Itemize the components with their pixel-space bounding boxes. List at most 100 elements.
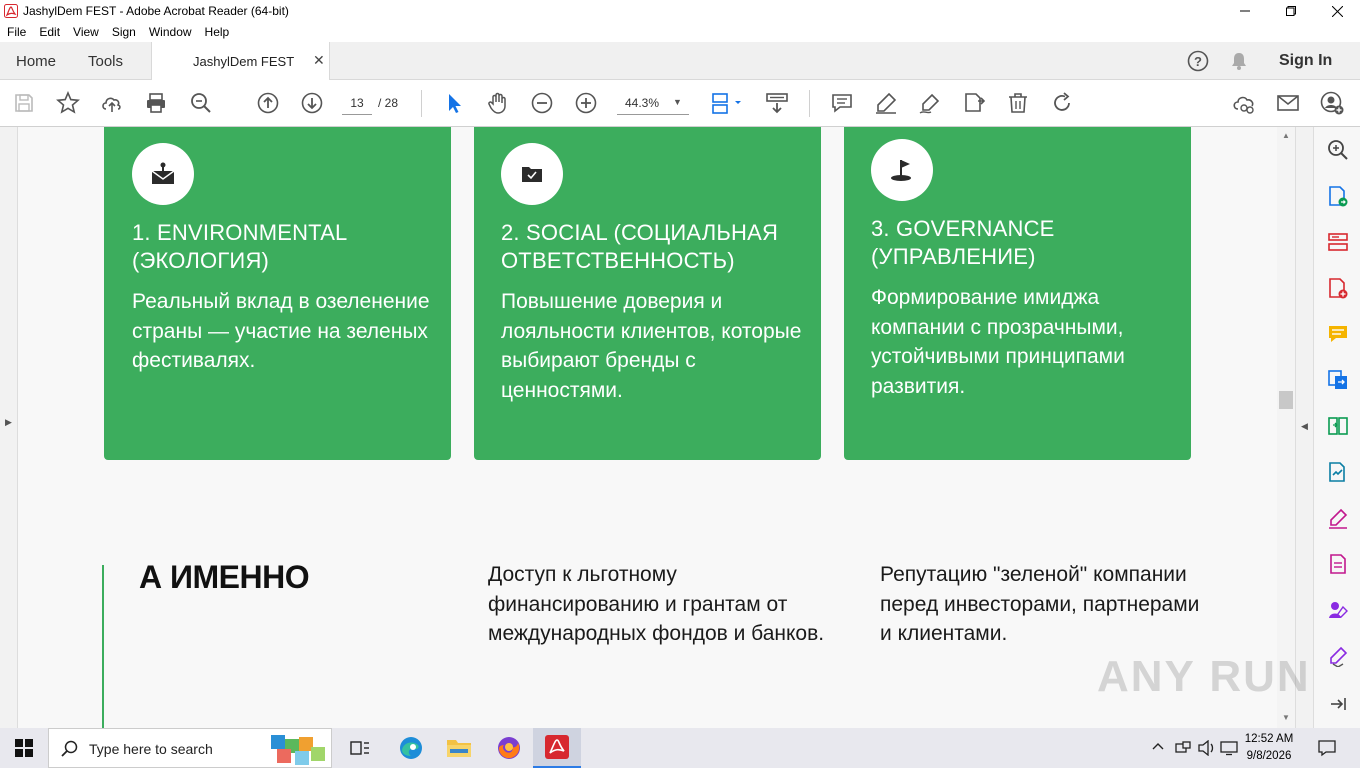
more-tools-icon[interactable]	[1325, 643, 1351, 669]
maximize-button[interactable]	[1268, 0, 1314, 22]
request-signature-icon[interactable]	[1325, 597, 1351, 623]
zoom-in-icon[interactable]	[573, 90, 599, 116]
share-link-icon[interactable]	[1231, 90, 1257, 116]
document-viewport[interactable]: ▶ 1. ENVIRONMENTAL (ЭКОЛОГИЯ) Реальный в…	[0, 127, 1313, 728]
card-icon-circle	[871, 139, 933, 201]
firefox-icon[interactable]	[485, 728, 533, 768]
pdf-page: 1. ENVIRONMENTAL (ЭКОЛОГИЯ) Реальный вкл…	[18, 127, 1277, 728]
envelope-upload-icon	[150, 161, 176, 187]
create-pdf-icon[interactable]	[1325, 275, 1351, 301]
close-window-button[interactable]	[1314, 0, 1360, 22]
search-placeholder: Type here to search	[89, 741, 213, 757]
organize-pages-icon[interactable]	[1325, 229, 1351, 255]
sign-pen-icon[interactable]	[917, 90, 943, 116]
edit-pdf-icon[interactable]	[1325, 551, 1351, 577]
menu-view[interactable]: View	[66, 22, 105, 42]
scroll-mode-icon[interactable]	[764, 90, 790, 116]
card-icon-circle	[132, 143, 194, 205]
toolbar-divider	[421, 90, 422, 117]
collapse-right-panel-icon[interactable]: ◀	[1301, 421, 1308, 432]
system-clock[interactable]: 12:52 AM 9/8/2026	[1238, 731, 1300, 765]
expand-left-panel-icon[interactable]: ▶	[5, 417, 12, 428]
add-user-icon[interactable]	[1319, 90, 1345, 116]
notification-center-icon[interactable]	[1318, 739, 1336, 757]
tab-home[interactable]: Home	[16, 53, 56, 70]
file-explorer-icon[interactable]	[435, 728, 483, 768]
card-body: Повышение доверия и лояльности клиентов,…	[501, 290, 802, 402]
collapse-panel-icon[interactable]	[1325, 691, 1351, 717]
bookmark-star-icon[interactable]	[55, 90, 81, 116]
share-upload-icon[interactable]	[99, 90, 125, 116]
section-column-2: Репутацию "зеленой" компании перед инвес…	[880, 563, 1200, 645]
zoom-search-icon[interactable]	[188, 90, 214, 116]
tab-document[interactable]: JashylDem FEST ✕	[151, 42, 330, 81]
save-icon[interactable]	[11, 90, 37, 116]
task-view-icon[interactable]	[336, 728, 384, 768]
sign-in-button[interactable]: Sign In	[1279, 52, 1332, 70]
rotate-icon[interactable]	[1049, 90, 1075, 116]
fill-sign-icon[interactable]	[1325, 505, 1351, 531]
tab-tools[interactable]: Tools	[88, 53, 123, 70]
chevron-up-icon[interactable]	[1152, 741, 1164, 753]
start-button[interactable]	[0, 728, 48, 768]
scrollbar-thumb[interactable]	[1279, 391, 1293, 409]
edit-document-icon[interactable]	[961, 90, 987, 116]
edge-browser-icon[interactable]	[387, 728, 435, 768]
notification-bell-icon[interactable]	[1229, 51, 1249, 71]
esg-card-governance: 3. GOVERNANCE (УПРАВЛЕНИЕ) Формирование …	[844, 127, 1191, 460]
hand-tool-icon[interactable]	[485, 90, 511, 116]
zoom-level-value: 44.3%	[625, 96, 660, 110]
send-for-review-icon[interactable]	[1325, 459, 1351, 485]
page-number-input[interactable]	[342, 91, 372, 115]
acrobat-taskbar-icon[interactable]	[533, 728, 581, 768]
card-heading: 2. SOCIAL (СОЦИАЛЬНАЯ ОТВЕТСТВЕННОСТЬ)	[501, 220, 779, 273]
highlight-pen-icon[interactable]	[873, 90, 899, 116]
window-title: JashylDem FEST - Adobe Acrobat Reader (6…	[23, 4, 289, 18]
card-icon-circle	[501, 143, 563, 205]
help-icon[interactable]: ?	[1187, 50, 1209, 72]
menu-edit[interactable]: Edit	[32, 22, 66, 42]
left-panel-toggle[interactable]: ▶	[0, 127, 18, 728]
menu-sign[interactable]: Sign	[105, 22, 142, 42]
card-heading: 1. ENVIRONMENTAL (ЭКОЛОГИЯ)	[132, 220, 347, 273]
scroll-down-icon[interactable]: ▼	[1282, 713, 1290, 722]
comment-tool-icon[interactable]	[1325, 321, 1351, 347]
taskbar-search-box[interactable]: Type here to search	[48, 728, 332, 768]
comment-icon[interactable]	[829, 90, 855, 116]
toolbar: / 28 44.3% ▼	[0, 80, 1360, 127]
volume-icon[interactable]	[1198, 740, 1216, 756]
scroll-up-icon[interactable]: ▲	[1282, 131, 1290, 140]
vertical-scrollbar[interactable]: ▲ ▼	[1277, 127, 1295, 728]
section-column-1: Доступ к льготному финансированию и гран…	[488, 563, 825, 645]
close-tab-icon[interactable]: ✕	[313, 52, 325, 69]
compare-files-icon[interactable]	[1325, 413, 1351, 439]
display-icon[interactable]	[1220, 740, 1238, 756]
zoom-out-icon[interactable]	[529, 90, 555, 116]
search-zoom-icon[interactable]	[1325, 137, 1351, 163]
menu-bar: File Edit View Sign Window Help	[0, 22, 1360, 42]
email-icon[interactable]	[1275, 90, 1301, 116]
network-icon[interactable]	[1175, 740, 1191, 756]
folder-check-icon	[520, 162, 544, 186]
minimize-button[interactable]	[1222, 0, 1268, 22]
search-highlight-puzzle-icon	[265, 731, 329, 767]
delete-trash-icon[interactable]	[1005, 90, 1031, 116]
search-icon	[61, 740, 79, 758]
zoom-level-dropdown[interactable]: 44.3% ▼	[617, 91, 689, 115]
card-body: Формирование имиджа компании с прозрачны…	[871, 286, 1125, 398]
next-page-icon[interactable]	[299, 90, 325, 116]
previous-page-icon[interactable]	[255, 90, 281, 116]
right-panel-toggle[interactable]: ◀	[1295, 127, 1313, 728]
page-fit-icon[interactable]	[709, 90, 745, 116]
menu-window[interactable]: Window	[142, 22, 198, 42]
export-pdf-icon[interactable]	[1325, 183, 1351, 209]
windows-taskbar: Type here to search 12:52 AM 9/8/2026	[0, 728, 1360, 768]
menu-help[interactable]: Help	[198, 22, 236, 42]
menu-file[interactable]: File	[0, 22, 32, 42]
flag-icon	[889, 157, 915, 183]
section-accent-bar	[102, 565, 104, 728]
combine-files-icon[interactable]	[1325, 367, 1351, 393]
select-cursor-icon[interactable]	[441, 90, 467, 116]
section-title: А ИМЕННО	[139, 559, 310, 595]
print-icon[interactable]	[143, 90, 169, 116]
